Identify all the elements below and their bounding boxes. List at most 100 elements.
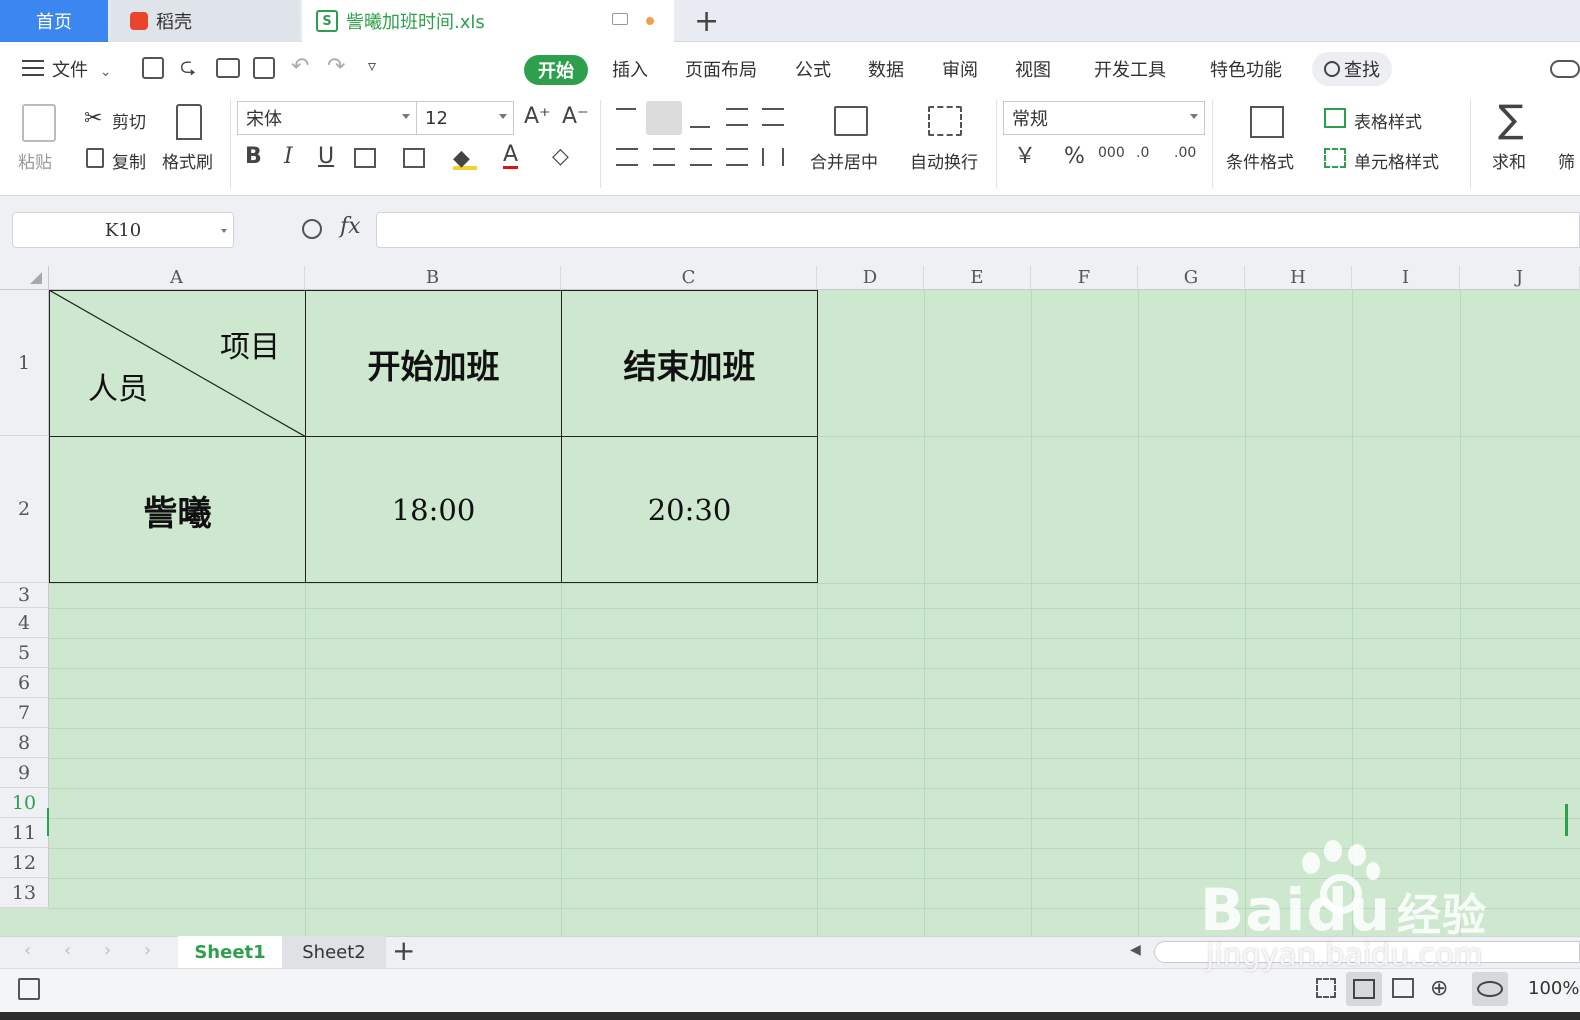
cell-b2[interactable]: 18:00 (306, 437, 561, 583)
cloud-icon[interactable] (1550, 60, 1580, 78)
font-size-select[interactable]: 12 (416, 101, 514, 135)
eye-protection-icon[interactable] (1472, 972, 1508, 1006)
row-header-11[interactable]: 11 (0, 818, 49, 848)
align-middle-icon[interactable] (646, 101, 682, 135)
row-header-4[interactable]: 4 (0, 608, 49, 638)
print-icon[interactable] (216, 58, 240, 78)
column-header-j[interactable]: J (1460, 266, 1580, 290)
page-break-view-icon[interactable]: ⊕ (1430, 976, 1448, 1001)
sheet-nav-next-icon[interactable]: › (104, 940, 111, 961)
column-header-d[interactable]: D (817, 266, 924, 290)
merge-center-button[interactable]: 合并居中 (810, 148, 878, 173)
fullscreen-icon[interactable] (1316, 978, 1336, 998)
copy-button[interactable]: 复制 (112, 148, 146, 173)
decrease-decimal-icon[interactable]: .00 (1174, 146, 1196, 160)
cell-fill-icon[interactable] (403, 148, 425, 168)
sheet-nav-prev-icon[interactable]: ‹ (64, 940, 71, 961)
normal-view-icon[interactable] (1346, 972, 1382, 1006)
scroll-left-icon[interactable]: ◀ (1130, 942, 1141, 958)
row-header-10[interactable]: 10 (0, 788, 49, 818)
cut-button[interactable]: 剪切 (112, 108, 146, 133)
align-bottom-icon[interactable] (690, 126, 710, 128)
row-header-12[interactable]: 12 (0, 848, 49, 878)
currency-icon[interactable]: ￥ (1014, 146, 1036, 168)
menu-tab-page-layout[interactable]: 页面布局 (685, 56, 757, 82)
cell-c1[interactable]: 结束加班 (562, 291, 817, 436)
wrap-text-button[interactable]: 自动换行 (910, 148, 978, 173)
align-top-icon[interactable] (616, 108, 636, 120)
macro-record-icon[interactable] (18, 978, 40, 1000)
redo-icon[interactable]: ↷ (327, 56, 345, 78)
align-center-icon[interactable] (653, 148, 675, 166)
font-name-select[interactable]: 宋体 (237, 101, 417, 135)
menu-tab-review[interactable]: 审阅 (942, 56, 978, 82)
column-header-a[interactable]: A (49, 266, 305, 290)
column-header-e[interactable]: E (924, 266, 1031, 290)
file-menu[interactable]: 文件 ⌄ (52, 56, 111, 82)
zoom-level[interactable]: 100% (1528, 978, 1579, 999)
column-header-f[interactable]: F (1031, 266, 1138, 290)
customize-toolbar-icon[interactable]: ▿ (368, 58, 376, 74)
row-header-2[interactable]: 2 (0, 436, 49, 583)
row-header-1[interactable]: 1 (0, 290, 49, 436)
row-header-6[interactable]: 6 (0, 668, 49, 698)
menu-tab-data[interactable]: 数据 (868, 56, 904, 82)
print-preview-icon[interactable] (253, 57, 275, 79)
paste-button[interactable]: 粘贴 (18, 148, 52, 173)
percent-icon[interactable]: % (1064, 146, 1085, 168)
zoom-formula-icon[interactable] (302, 219, 322, 239)
name-box[interactable]: K10 (12, 212, 234, 248)
decrease-font-icon[interactable]: A⁻ (562, 106, 589, 128)
menu-tab-developer[interactable]: 开发工具 (1094, 56, 1166, 82)
sheet-tab-sheet1[interactable]: Sheet1 (178, 936, 282, 968)
tab-home[interactable]: 首页 (0, 0, 108, 42)
number-format-select[interactable]: 常规 (1003, 101, 1205, 135)
table-style-button[interactable]: 表格样式 (1354, 108, 1422, 133)
font-color-icon[interactable]: A (503, 144, 519, 169)
paste-icon[interactable] (22, 104, 56, 142)
bold-icon[interactable]: B (245, 146, 262, 168)
conditional-format-button[interactable]: 条件格式 (1226, 148, 1294, 173)
monitor-icon[interactable] (612, 13, 628, 25)
tab-document[interactable]: S 訾曦加班时间.xls (302, 0, 674, 42)
menu-tab-formula[interactable]: 公式 (795, 56, 831, 82)
row-header-3[interactable]: 3 (0, 583, 49, 608)
column-header-c[interactable]: C (561, 266, 817, 290)
underline-icon[interactable]: U (318, 146, 334, 168)
share-icon[interactable]: ⮎ (180, 56, 196, 76)
indent-decrease-icon[interactable] (726, 108, 748, 126)
new-tab-button[interactable]: + (694, 4, 719, 39)
add-sheet-button[interactable]: + (392, 934, 415, 967)
increase-decimal-icon[interactable]: .0 (1136, 146, 1149, 160)
border-icon[interactable] (354, 148, 376, 168)
row-header-5[interactable]: 5 (0, 638, 49, 668)
cell-style-button[interactable]: 单元格样式 (1354, 148, 1439, 173)
cell-b1[interactable]: 开始加班 (306, 291, 561, 436)
align-right-icon[interactable] (690, 148, 712, 166)
sheet-tab-sheet2[interactable]: Sheet2 (282, 936, 386, 968)
column-header-b[interactable]: B (305, 266, 561, 290)
clear-format-icon[interactable]: ◇ (552, 146, 569, 168)
sheet-nav-last-icon[interactable]: › (144, 940, 151, 961)
distributed-icon[interactable] (762, 148, 784, 166)
tab-daoke[interactable]: 稻壳 (110, 0, 300, 42)
column-header-g[interactable]: G (1138, 266, 1245, 290)
align-left-icon[interactable] (616, 148, 638, 166)
thousands-separator-icon[interactable]: 000 (1098, 146, 1125, 160)
menu-tab-view[interactable]: 视图 (1015, 56, 1051, 82)
hamburger-icon[interactable] (22, 60, 44, 76)
italic-icon[interactable]: I (284, 146, 293, 168)
undo-icon[interactable]: ↶ (291, 56, 309, 78)
menu-tab-start[interactable]: 开始 (524, 55, 588, 85)
cell-a2[interactable]: 訾曦 (50, 437, 305, 583)
menu-tab-special[interactable]: 特色功能 (1210, 56, 1282, 82)
increase-font-icon[interactable]: A⁺ (524, 106, 551, 128)
save-icon[interactable] (142, 57, 164, 79)
row-header-13[interactable]: 13 (0, 878, 49, 908)
indent-increase-icon[interactable] (762, 108, 784, 126)
format-painter-button[interactable]: 格式刷 (162, 148, 213, 173)
menu-tab-insert[interactable]: 插入 (612, 56, 648, 82)
sheet-nav-first-icon[interactable]: ‹ (24, 940, 31, 961)
justify-icon[interactable] (726, 148, 748, 166)
select-all-corner[interactable] (0, 266, 49, 290)
